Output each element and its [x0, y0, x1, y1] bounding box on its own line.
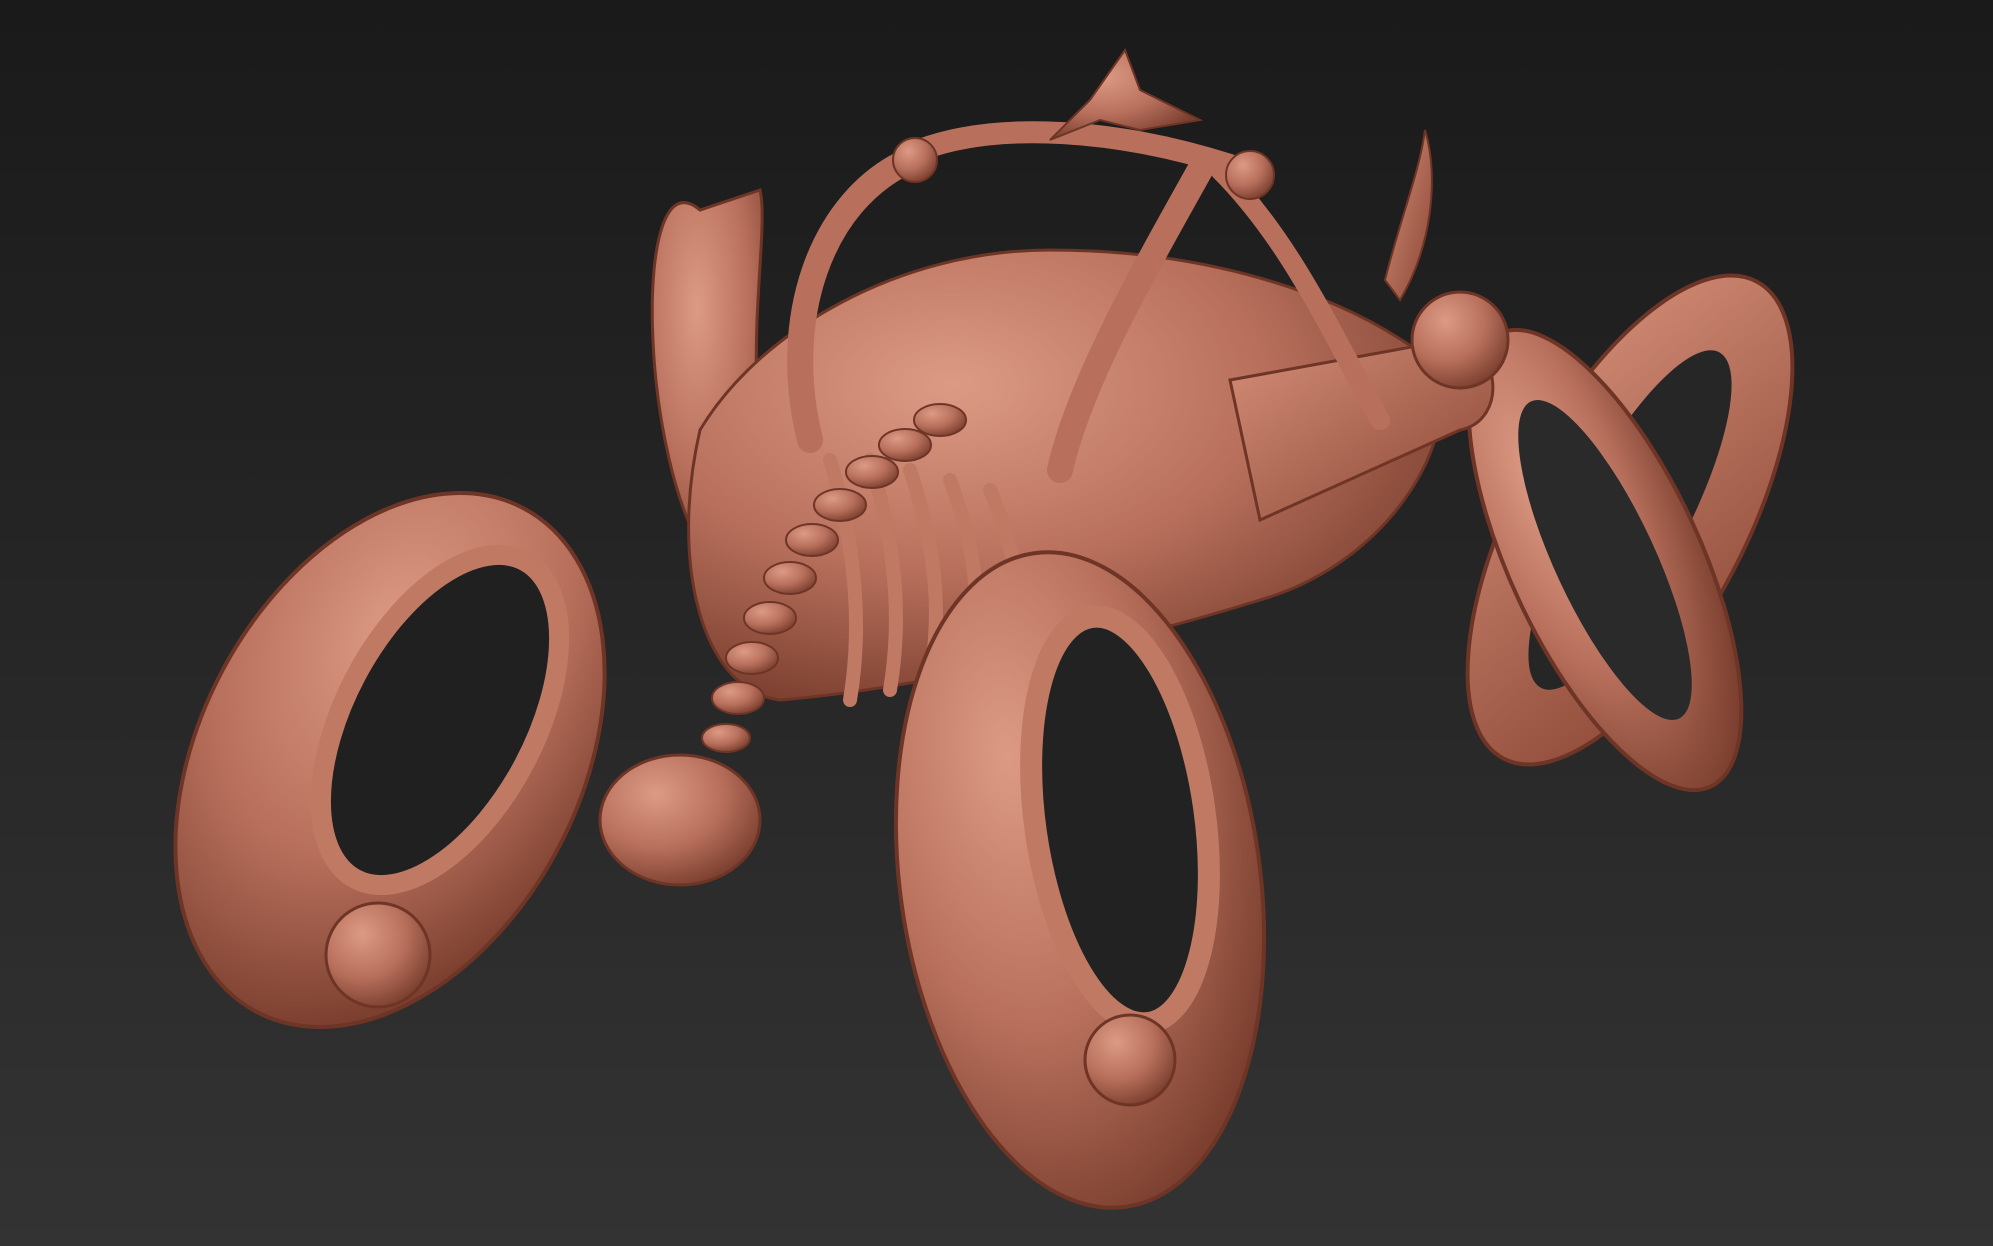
sculpt-render	[173, 47, 1795, 1210]
front-orb	[598, 753, 762, 887]
left-wheel	[173, 491, 607, 1029]
3d-viewport[interactable]	[0, 0, 1993, 1246]
horn	[1383, 129, 1433, 302]
